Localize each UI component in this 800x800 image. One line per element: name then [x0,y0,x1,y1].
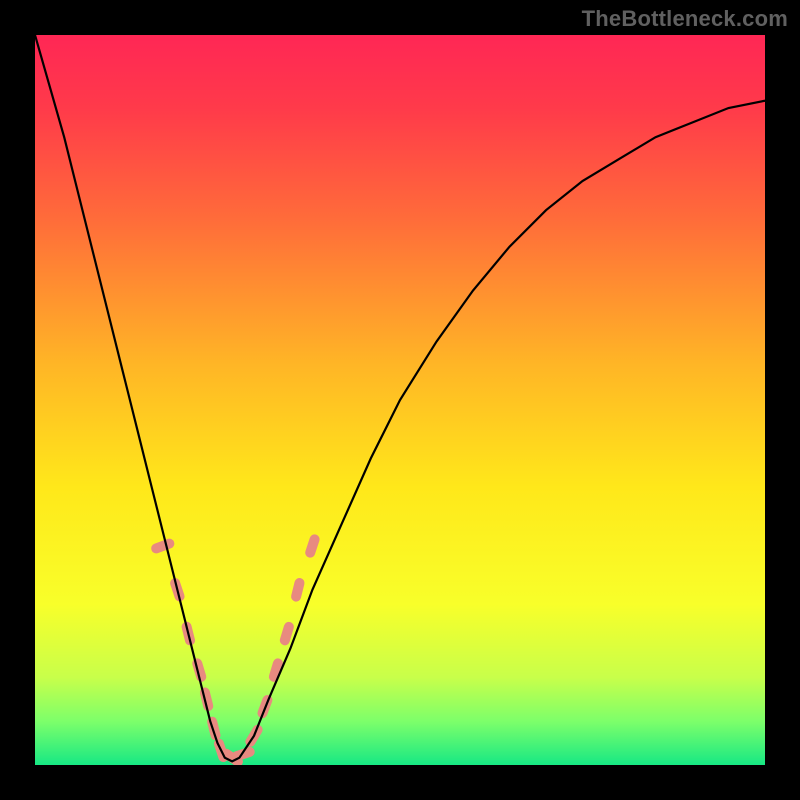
highlight-marker [304,533,321,559]
highlight-marker [150,537,176,555]
highlight-marker [206,716,222,742]
chart-frame: TheBottleneck.com [0,0,800,800]
highlight-markers [150,533,321,765]
highlight-marker [290,577,306,603]
curve-layer [35,35,765,765]
plot-area [35,35,765,765]
watermark-text: TheBottleneck.com [582,6,788,32]
bottleneck-curve [35,35,765,761]
